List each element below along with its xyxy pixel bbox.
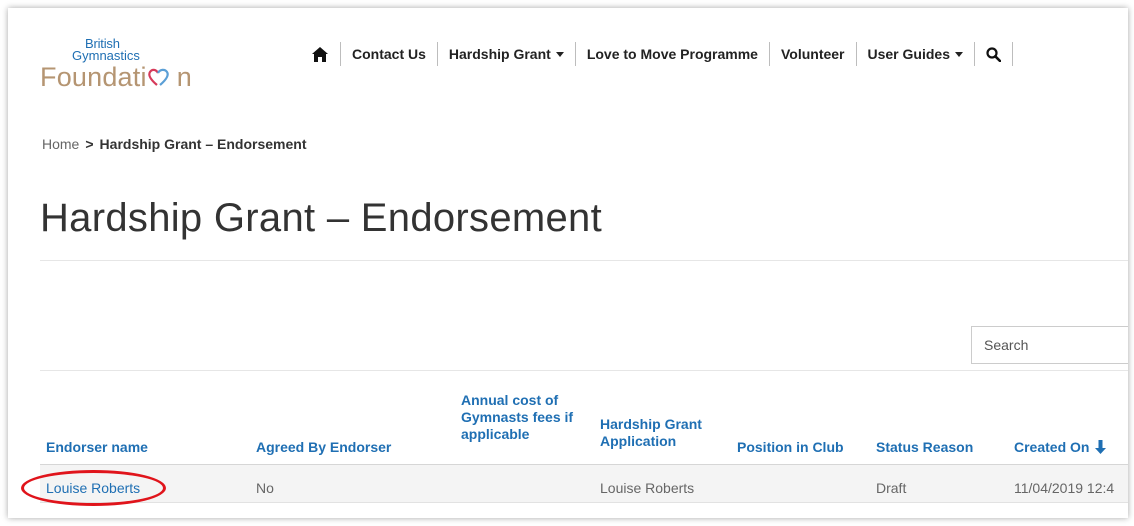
search-input[interactable] xyxy=(971,326,1128,364)
table-row xyxy=(40,465,1128,502)
nav-love-to-move[interactable]: Love to Move Programme xyxy=(576,43,769,65)
nav-hardship-grant-dropdown[interactable]: Hardship Grant xyxy=(438,43,575,65)
column-header-position-in-club[interactable]: Position in Club xyxy=(737,439,844,456)
logo-text-foundati: Foundati xyxy=(40,62,147,92)
column-header-endorser-name[interactable]: Endorser name xyxy=(46,439,148,456)
column-header-agreed-by-endorser[interactable]: Agreed By Endorser xyxy=(256,439,391,456)
divider xyxy=(40,370,1128,371)
cell-agreed-by-endorser: No xyxy=(256,480,274,496)
caret-down-icon xyxy=(555,52,564,57)
nav-contact-us[interactable]: Contact Us xyxy=(341,43,437,65)
caret-down-icon xyxy=(954,52,963,57)
search-nav-button[interactable] xyxy=(975,46,1012,62)
column-header-annual-cost-line2: Gymnasts fees if xyxy=(461,409,574,425)
column-header-created-on-label: Created On xyxy=(1014,439,1090,455)
column-header-annual-cost[interactable]: Annual cost of Gymnasts fees if applicab… xyxy=(461,392,573,443)
column-header-hardship-app-line1: Hardship Grant xyxy=(600,416,702,432)
nav-user-guides-label: User Guides xyxy=(867,46,950,62)
nav-divider xyxy=(1011,42,1013,66)
breadcrumb-home[interactable]: Home xyxy=(42,136,79,152)
logo-text-n: n xyxy=(176,62,192,92)
nav-hardship-grant-label: Hardship Grant xyxy=(448,46,551,62)
column-header-annual-cost-line3: applicable xyxy=(461,426,530,442)
cell-status-reason: Draft xyxy=(876,480,907,496)
page-title: Hardship Grant – Endorsement xyxy=(40,196,603,240)
cell-created-on: 11/04/2019 12:4 xyxy=(1014,480,1115,496)
breadcrumb-separator: > xyxy=(85,136,94,152)
table-row-divider xyxy=(40,502,1128,503)
column-header-created-on[interactable]: Created On xyxy=(1014,439,1107,456)
british-gymnastics-foundation-logo[interactable]: British Gymnastics Foundati n xyxy=(40,36,210,104)
browser-frame: British Gymnastics Foundati n Contact Us … xyxy=(8,8,1128,518)
top-navigation: Contact Us Hardship Grant Love to Move P… xyxy=(312,42,1013,66)
search-icon xyxy=(986,46,1001,62)
nav-volunteer[interactable]: Volunteer xyxy=(770,43,856,65)
column-header-hardship-grant-application[interactable]: Hardship Grant Application xyxy=(600,416,702,450)
column-header-annual-cost-line1: Annual cost of xyxy=(461,392,559,408)
column-header-hardship-app-line2: Application xyxy=(600,433,677,449)
sort-descending-arrow-icon xyxy=(1095,440,1107,454)
nav-user-guides-dropdown[interactable]: User Guides xyxy=(857,43,974,65)
logo-text-line3: Foundati n xyxy=(40,62,192,93)
home-icon xyxy=(312,46,328,62)
heart-logo-icon xyxy=(147,68,169,86)
column-header-status-reason[interactable]: Status Reason xyxy=(876,439,973,456)
breadcrumb: Home > Hardship Grant – Endorsement xyxy=(42,136,306,152)
cell-hardship-grant-application: Louise Roberts xyxy=(600,480,695,496)
logo-text-line2: Gymnastics xyxy=(72,48,140,63)
divider xyxy=(40,260,1128,261)
breadcrumb-current: Hardship Grant – Endorsement xyxy=(99,136,307,152)
home-nav-link[interactable] xyxy=(312,46,340,62)
cell-endorser-name-link[interactable]: Louise Roberts xyxy=(46,480,140,496)
